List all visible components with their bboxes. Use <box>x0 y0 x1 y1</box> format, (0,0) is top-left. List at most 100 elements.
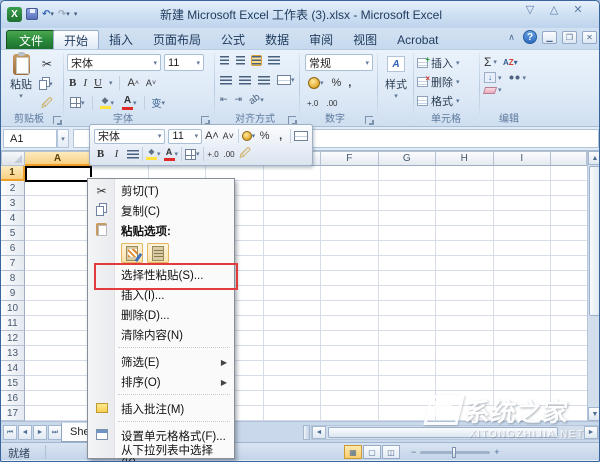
menu-item-1[interactable]: 复制(C) <box>88 201 234 221</box>
merge-center-button[interactable]: ▾ <box>276 74 296 86</box>
scroll-right-icon[interactable]: ► <box>584 426 598 439</box>
mini-bold-button[interactable]: B <box>94 146 107 162</box>
clear-button[interactable]: ▾ <box>482 86 526 94</box>
mini-font-color-button[interactable]: A ▾ <box>163 146 178 162</box>
shrink-font-button[interactable]: A ˅ <box>146 75 156 91</box>
horizontal-scrollbar[interactable]: ◄ ► <box>311 425 599 440</box>
row-header-14[interactable]: 14 <box>1 361 25 376</box>
mini-format-painter-button[interactable]: 🖉 <box>239 146 252 162</box>
row-header-12[interactable]: 12 <box>1 331 25 346</box>
underline-button[interactable]: U <box>94 75 102 91</box>
autosum-button[interactable]: Σ ▾ <box>484 55 497 69</box>
mini-shrink-font-button[interactable]: A˅ <box>222 128 235 144</box>
font-color-button[interactable]: A ▾ <box>121 95 138 111</box>
percent-style-button[interactable]: % <box>332 75 342 91</box>
zoom-knob[interactable] <box>452 446 457 458</box>
mini-accounting-button[interactable]: ▾ <box>241 128 255 144</box>
clipboard-dialog-launcher-icon[interactable] <box>53 116 62 125</box>
vertical-scroll-thumb[interactable] <box>589 166 599 316</box>
font-family-combo[interactable]: 宋体 ▾ <box>67 54 161 71</box>
fill-button[interactable]: ↓ ▾ <box>484 72 502 83</box>
page-break-view-icon[interactable]: ◫ <box>382 445 400 459</box>
paste-button[interactable]: 粘贴 ▾ <box>5 52 37 100</box>
row-header-3[interactable]: 3 <box>1 196 25 211</box>
row-header-10[interactable]: 10 <box>1 301 25 316</box>
selected-cell-a1[interactable] <box>25 166 93 183</box>
decrease-indent-button[interactable]: ⇤ <box>219 93 229 106</box>
phonetic-button[interactable]: 变 ▾ <box>151 94 167 111</box>
column-header-I[interactable]: I <box>493 151 551 166</box>
mini-center-button[interactable] <box>126 146 139 162</box>
menu-item-15[interactable]: 从下拉列表中选择(K)... <box>88 445 234 461</box>
select-all-corner[interactable] <box>1 151 25 166</box>
align-bottom-button[interactable] <box>251 55 262 66</box>
accounting-format-button[interactable]: ▾ <box>307 76 325 90</box>
menu-item-7[interactable]: 清除内容(N) <box>88 325 234 345</box>
menu-item-6[interactable]: 删除(D)... <box>88 305 234 325</box>
next-sheet-icon[interactable]: ► <box>33 425 47 440</box>
row-header-2[interactable]: 2 <box>1 181 25 196</box>
sort-filter-button[interactable]: AZ▾ <box>503 58 518 67</box>
zoom-out-icon[interactable]: − <box>411 447 416 457</box>
paste-values-button[interactable] <box>147 243 169 263</box>
orientation-button[interactable]: ab ▾ <box>247 92 265 107</box>
grow-font-button[interactable]: A ˄ <box>127 75 138 91</box>
insert-cells-button[interactable]: + 插入 ▾ <box>417 55 460 71</box>
align-center-button[interactable] <box>238 75 252 86</box>
find-select-button[interactable]: ▾ <box>507 73 526 82</box>
bold-button[interactable]: B <box>69 75 76 91</box>
align-right-button[interactable] <box>257 75 271 86</box>
tab-2[interactable]: 页面布局 <box>143 30 211 49</box>
increase-decimal-button[interactable]: +.0 <box>307 95 318 111</box>
mini-font-size-combo[interactable]: 11 ▾ <box>168 128 203 144</box>
row-header-11[interactable]: 11 <box>1 316 25 331</box>
font-size-combo[interactable]: 11 ▾ <box>164 54 204 71</box>
cut-button[interactable]: ✂ <box>41 56 53 72</box>
mini-italic-button[interactable]: I <box>110 146 123 162</box>
paste-keep-formatting-button[interactable] <box>121 243 143 263</box>
delete-cells-button[interactable]: × 删除 ▾ <box>417 74 460 90</box>
last-sheet-icon[interactable]: ⏭ <box>48 425 62 440</box>
tab-7[interactable]: Acrobat <box>387 30 448 49</box>
number-format-combo[interactable]: 常规 ▾ <box>305 54 373 71</box>
column-header-F[interactable]: F <box>321 151 379 166</box>
column-header-partial[interactable] <box>551 151 587 166</box>
tab-6[interactable]: 视图 <box>343 30 387 49</box>
mini-fill-color-button[interactable]: ◆ ▾ <box>146 146 161 162</box>
name-box[interactable]: A1 <box>3 129 57 148</box>
format-cells-button[interactable]: 格式 ▾ <box>417 93 460 109</box>
vertical-scrollbar[interactable]: ▲ ▼ <box>587 151 599 421</box>
font-dialog-launcher-icon[interactable] <box>201 116 210 125</box>
close-icon[interactable]: ✕ <box>571 3 585 16</box>
scroll-left-icon[interactable]: ◄ <box>312 426 326 439</box>
fill-color-button[interactable]: ◆ ▾ <box>99 95 116 110</box>
copy-button[interactable]: ▾ <box>39 76 53 92</box>
tab-1[interactable]: 插入 <box>99 30 143 49</box>
row-header-16[interactable]: 16 <box>1 391 25 406</box>
help-icon[interactable]: ? <box>523 30 537 44</box>
menu-item-0[interactable]: ✂ 剪切(T) <box>88 181 234 201</box>
menu-item-5[interactable]: 插入(I)... <box>88 285 234 305</box>
mini-decrease-decimal-button[interactable]: .00 <box>223 146 236 162</box>
workbook-restore-icon[interactable]: ❐ <box>562 30 577 44</box>
maximize-icon[interactable]: △ <box>547 3 561 16</box>
mini-borders-button[interactable]: ▾ <box>185 146 200 162</box>
italic-button[interactable]: I <box>83 75 87 91</box>
horizontal-scroll-thumb[interactable] <box>328 427 558 438</box>
mini-merge-center-button[interactable] <box>294 128 308 144</box>
workbook-close-icon[interactable]: ✕ <box>582 30 597 44</box>
tab-0[interactable]: 开始 <box>53 30 100 49</box>
mini-comma-button[interactable]: , <box>274 128 287 144</box>
mini-font-family-combo[interactable]: 宋体 ▾ <box>94 128 166 144</box>
tab-scrollbar-splitter[interactable] <box>303 425 310 440</box>
number-dialog-launcher-icon[interactable] <box>365 116 374 125</box>
row-header-7[interactable]: 7 <box>1 256 25 271</box>
increase-indent-button[interactable]: ⇥ <box>234 93 244 106</box>
row-header-5[interactable]: 5 <box>1 226 25 241</box>
wrap-text-button[interactable] <box>267 55 281 66</box>
mini-increase-decimal-button[interactable]: +.0 <box>207 146 220 162</box>
mini-grow-font-button[interactable]: A˄ <box>205 128 219 144</box>
collapse-ribbon-icon[interactable]: ∧ <box>505 32 518 43</box>
row-header-8[interactable]: 8 <box>1 271 25 286</box>
align-top-button[interactable] <box>219 55 230 66</box>
